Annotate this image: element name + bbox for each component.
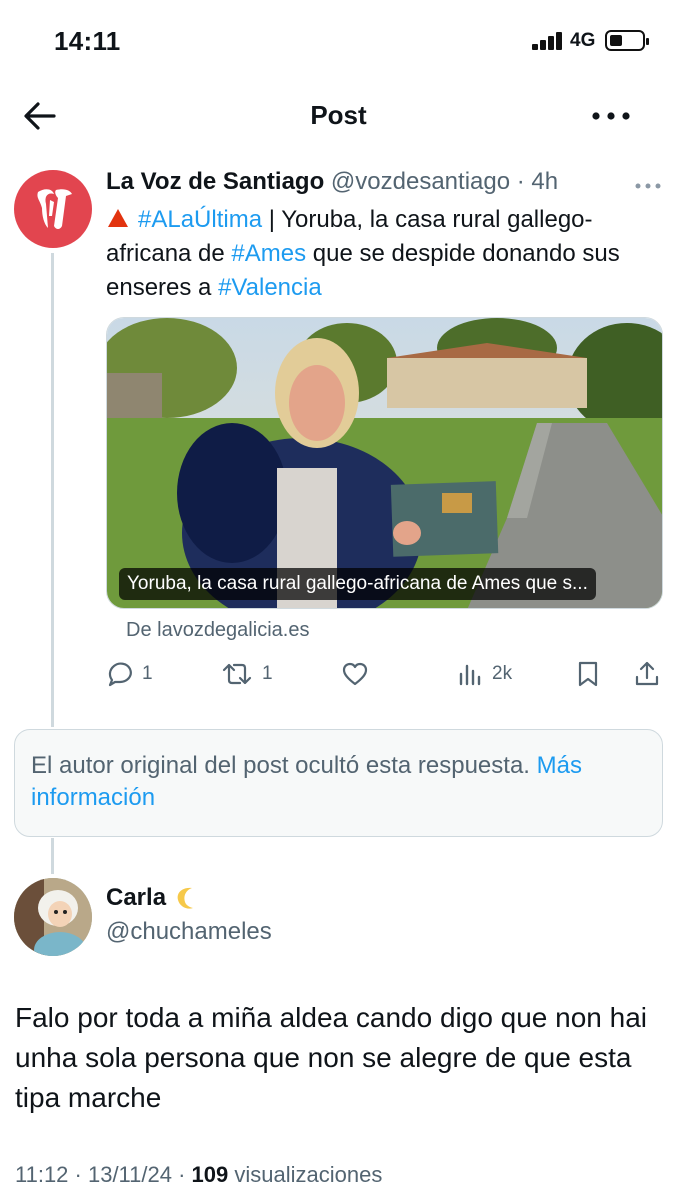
reply-text: Falo por toda a miña aldea cando digo qu… (15, 1002, 648, 1113)
display-name: Carla (106, 884, 167, 911)
status-time: 14:11 (54, 26, 121, 56)
repost-icon (222, 663, 252, 685)
moon-icon (177, 887, 194, 909)
reply-date: 11:12 · 13/11/24 · (15, 1162, 192, 1187)
views-count: 109 (191, 1162, 229, 1187)
views-button[interactable]: 2k (458, 658, 512, 690)
tweet-text: #ALaÚltima | Yoruba, la casa rural galle… (106, 203, 666, 305)
tweet-author[interactable]: La Voz de Santiago @vozdesantiago · 4h (106, 168, 646, 196)
avatar[interactable] (14, 878, 92, 956)
card-image (107, 318, 662, 608)
link-card[interactable]: Yoruba, la casa rural gallego-africana d… (106, 317, 663, 609)
hidden-reply-notice: El autor original del post ocultó esta r… (14, 729, 663, 837)
reply-count: 1 (142, 663, 153, 684)
like-icon (342, 662, 368, 686)
tweet-actions: 1 1 2k (106, 658, 666, 690)
card-source[interactable]: De lavozdegalicia.es (126, 619, 309, 642)
tweet-more-icon[interactable] (634, 178, 662, 189)
handle[interactable]: @chuchameles (106, 918, 272, 946)
battery-icon (605, 30, 649, 51)
views-count: 2k (492, 663, 513, 684)
card-caption: Yoruba, la casa rural gallego-africana d… (119, 568, 596, 600)
views-label: visualizaciones (228, 1162, 383, 1187)
reply-author[interactable]: Carla (106, 884, 200, 912)
more-icon[interactable] (590, 106, 632, 126)
thread-line (51, 253, 54, 727)
share-icon (635, 661, 659, 686)
signal-icon (532, 32, 564, 50)
share-button[interactable] (634, 658, 660, 690)
hashtag-link[interactable]: #Ames (231, 240, 306, 267)
repost-count: 1 (262, 663, 273, 684)
bookmark-icon (578, 661, 598, 687)
display-name: La Voz de Santiago (106, 168, 325, 195)
hashtag-link[interactable]: #Valencia (218, 274, 322, 301)
timestamp: 4h (531, 168, 559, 195)
like-button[interactable] (341, 658, 369, 690)
bookmark-button[interactable] (576, 658, 600, 690)
page-title: Post (310, 100, 367, 130)
reply-meta: 11:12 · 13/11/24 · 109 visualizaciones (15, 1162, 382, 1188)
network-label: 4G (570, 30, 596, 51)
status-bar: 14:11 4G (0, 0, 677, 80)
thread-line (51, 838, 54, 874)
post-header: Post (0, 88, 677, 144)
avatar[interactable] (14, 170, 92, 248)
handle: @vozdesantiago (330, 168, 511, 195)
hashtag-link[interactable]: #ALaÚltima (138, 206, 262, 233)
reply-icon (108, 662, 132, 687)
reply-button[interactable]: 1 (106, 658, 153, 690)
repost-button[interactable]: 1 (220, 658, 273, 690)
warning-icon (108, 209, 128, 227)
notice-text: El autor original del post ocultó esta r… (31, 752, 537, 779)
views-icon (459, 664, 481, 686)
